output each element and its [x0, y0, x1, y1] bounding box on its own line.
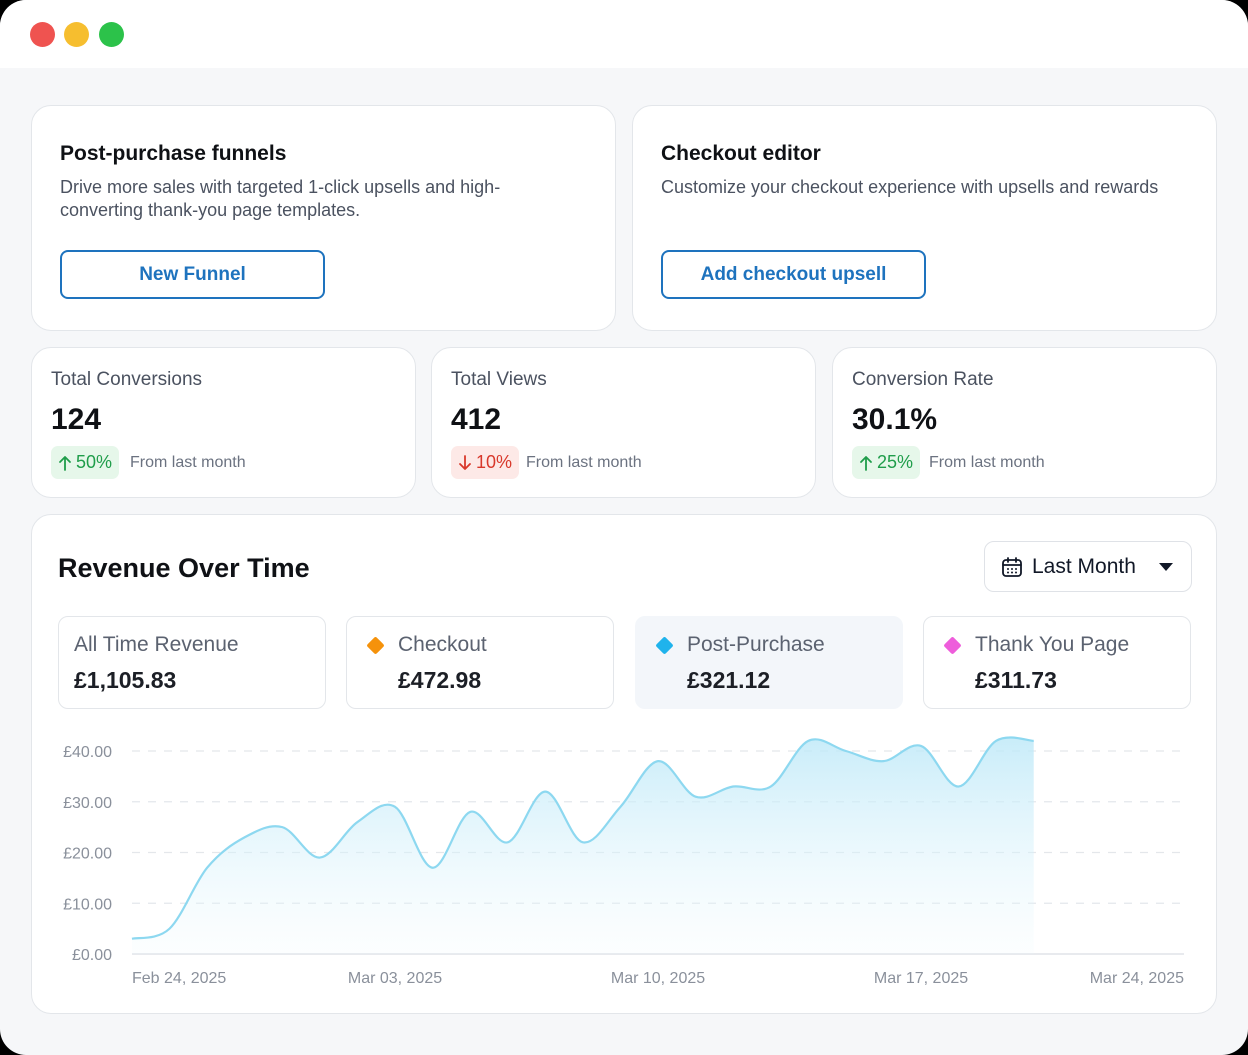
arrow-up-icon	[860, 455, 872, 471]
stat-card-conversion-rate: Conversion Rate 30.1% 25% From last mont…	[832, 347, 1217, 498]
checkout-editor-card: Checkout editor Customize your checkout …	[632, 105, 1217, 331]
card-description: Customize your checkout experience with …	[661, 177, 1159, 197]
revenue-area	[132, 737, 1034, 954]
change-value: 50%	[76, 452, 113, 472]
stat-label: Conversion Rate	[852, 369, 994, 390]
card-title: Checkout editor	[661, 142, 821, 165]
stat-value: 124	[51, 403, 102, 436]
new-funnel-button[interactable]: New Funnel	[60, 250, 325, 299]
stat-value: 412	[451, 403, 502, 436]
stat-label: Total Conversions	[51, 369, 203, 390]
close-window-button[interactable]	[30, 22, 55, 47]
change-badge: 25%	[852, 446, 921, 479]
stat-card-total-conversions: Total Conversions 124 50% From last mont…	[31, 347, 416, 498]
revenue-over-time-card: Revenue Over Time Last Month All Time Re…	[31, 514, 1217, 1014]
change-badge: 10%	[451, 446, 520, 479]
arrow-up-icon	[59, 455, 71, 471]
change-value: 25%	[877, 452, 914, 472]
minimize-window-button[interactable]	[64, 22, 89, 47]
title-bar	[0, 0, 1248, 68]
change-caption: From last month	[526, 454, 642, 471]
stat-card-total-views: Total Views 412 10% From last month	[431, 347, 816, 498]
app-window: Post-purchase funnels Drive more sales w…	[0, 0, 1248, 1055]
change-badge: 50%	[51, 446, 120, 479]
change-caption: From last month	[929, 454, 1045, 471]
y-tick-label: £30.00	[63, 795, 112, 812]
arrow-down-icon	[459, 454, 471, 470]
stat-label: Total Views	[451, 369, 547, 390]
change-value: 10%	[476, 452, 513, 472]
card-description: Drive more sales with targeted 1-click u…	[60, 177, 501, 220]
revenue-chart: £0.00 £10.00 £20.00 £30.00 £40.00 Feb 24, 20…	[63, 736, 1184, 987]
add-checkout-upsell-button[interactable]: Add checkout upsell	[661, 250, 926, 299]
y-tick-label: £40.00	[63, 744, 112, 761]
y-tick-label: £0.00	[72, 947, 112, 964]
stat-value: 30.1%	[852, 403, 938, 436]
x-tick-label: Mar 24, 2025	[1090, 970, 1184, 987]
y-tick-label: £20.00	[63, 846, 112, 863]
maximize-window-button[interactable]	[99, 22, 124, 47]
x-tick-label: Feb 24, 2025	[132, 970, 226, 987]
change-caption: From last month	[130, 454, 246, 471]
x-tick-label: Mar 10, 2025	[611, 970, 705, 987]
post-purchase-funnels-card: Post-purchase funnels Drive more sales w…	[31, 105, 616, 331]
y-tick-label: £10.00	[63, 896, 112, 913]
x-tick-label: Mar 17, 2025	[874, 970, 968, 987]
x-tick-label: Mar 03, 2025	[348, 970, 442, 987]
card-title: Post-purchase funnels	[60, 142, 287, 165]
